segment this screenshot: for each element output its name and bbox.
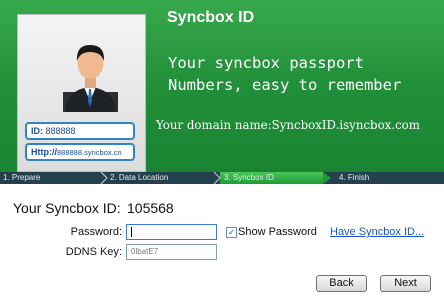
card-id-label: ID: [31,126,43,136]
text-caret [131,227,132,237]
banner-tagline: Your syncbox passport Numbers, easy to r… [168,54,402,94]
syncbox-id-value: 105568 [127,200,174,216]
show-password-label[interactable]: Show Password [238,226,317,238]
setup-window: ID: 888888 Http://888888.syncbox.cn Sync… [0,0,444,298]
card-url-value: 888888.syncbox.cn [57,148,122,157]
chevron-right-icon [323,172,331,184]
card-id-value: 888888 [45,126,76,136]
domain-name-text: Your domain name:SyncboxID.isyncbox.com [156,118,420,132]
ddns-key-input[interactable]: 0lbatE7 [126,244,217,260]
show-password-checkbox[interactable]: ✓ [226,227,237,238]
step-finish: 4. Finish [339,173,370,182]
card-url-label: Http:// [31,147,57,157]
have-syncbox-id-link[interactable]: Have Syncbox ID... [330,226,424,238]
chevron-right-icon [100,172,108,184]
id-card-illustration: ID: 888888 Http://888888.syncbox.cn [17,14,146,172]
next-button[interactable]: Next [380,275,431,292]
ddns-key-label: DDNS Key: [65,246,122,258]
password-input[interactable] [126,224,217,240]
step-data-location: 2. Data Location [110,173,169,182]
card-id-field: ID: 888888 [25,122,135,140]
page-title: Syncbox ID [167,9,255,26]
syncbox-id-label: Your Syncbox ID: [13,200,121,216]
step-syncbox-id: 3. Syncbox ID [220,172,323,184]
header-banner: ID: 888888 Http://888888.syncbox.cn Sync… [0,0,444,172]
card-url-field: Http://888888.syncbox.cn [25,143,135,161]
back-button[interactable]: Back [316,275,367,292]
user-avatar-icon [63,45,118,112]
password-label: Password: [70,226,122,238]
step-prepare: 1. Prepare [3,173,41,182]
wizard-steps: 1. Prepare 2. Data Location 3. Syncbox I… [0,172,444,184]
